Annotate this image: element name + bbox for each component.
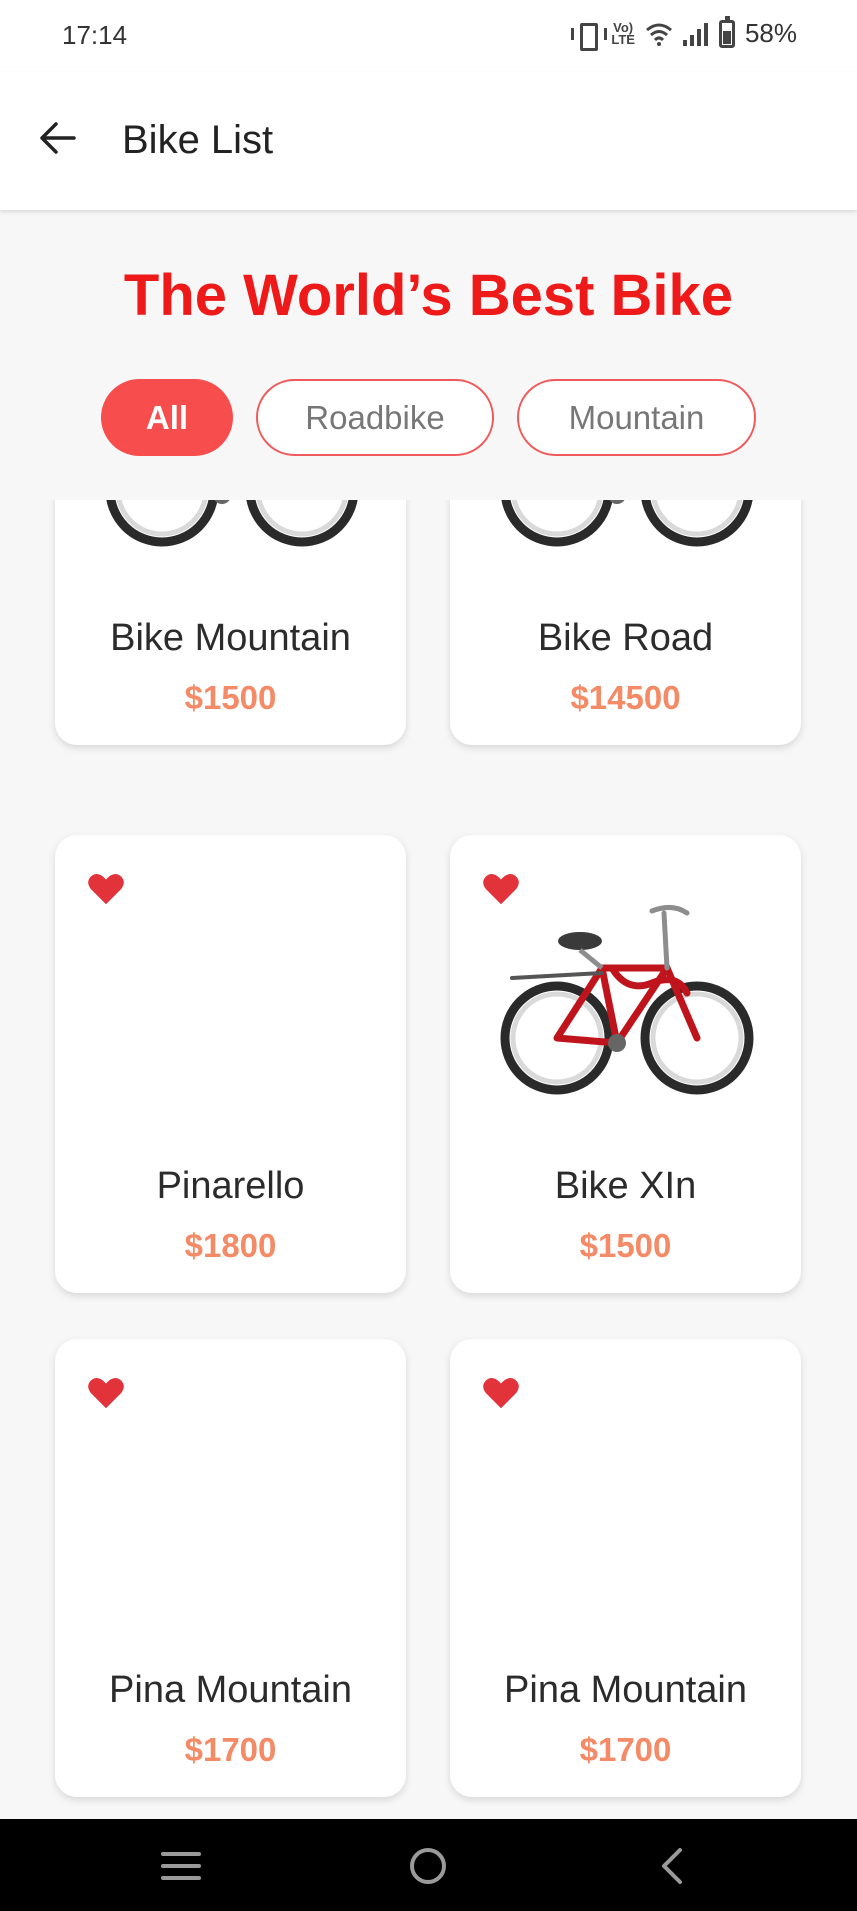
app-bar: Bike List: [0, 72, 857, 210]
product-price: $14500: [570, 679, 681, 716]
bike-image: [501, 500, 753, 547]
product-name: Pina Mountain: [504, 1669, 747, 1711]
product-card[interactable]: Bike Mountain $1500: [55, 500, 406, 745]
home-circle-icon: [410, 1848, 446, 1884]
product-card[interactable]: Pinarello $1800: [55, 835, 406, 1293]
chip-all[interactable]: All: [101, 379, 233, 456]
bike-image: [500, 905, 754, 1095]
heart-icon[interactable]: [482, 1375, 520, 1411]
heart-icon[interactable]: [87, 1375, 125, 1411]
product-name: Pinarello: [156, 1165, 305, 1207]
heart-icon[interactable]: [87, 871, 125, 907]
page-title: Bike List: [122, 118, 274, 162]
chip-roadbike[interactable]: Roadbike: [256, 379, 494, 456]
product-name: Bike Road: [537, 617, 714, 659]
chip-mountain[interactable]: Mountain: [517, 379, 756, 456]
system-nav-bar: [0, 1819, 857, 1911]
wifi-icon: [645, 23, 672, 46]
recent-apps-button[interactable]: [151, 1841, 211, 1891]
battery-percent: 58%: [744, 18, 797, 48]
product-price: $1700: [579, 1731, 672, 1768]
status-bar: 17:14 Vo) LTE 58%: [0, 0, 857, 72]
status-icons: Vo) LTE 58%: [571, 15, 797, 51]
product-name: Bike XIn: [554, 1165, 697, 1207]
product-price: $1500: [579, 1227, 672, 1264]
back-button[interactable]: [28, 108, 88, 168]
product-price: $1800: [184, 1227, 277, 1264]
signal-icon: [682, 22, 709, 46]
product-price: $1700: [184, 1731, 277, 1768]
filter-chips: All Roadbike Mountain: [101, 379, 756, 456]
product-grid[interactable]: Bike Mountain $1500 Bike Road $14500 Pin…: [0, 500, 857, 1819]
menu-icon: [161, 1852, 201, 1880]
system-back-button[interactable]: [643, 1841, 703, 1891]
volte-icon: Vo) LTE: [611, 19, 635, 47]
product-card[interactable]: Pina Mountain $1700: [450, 1339, 801, 1797]
home-button[interactable]: [398, 1841, 458, 1891]
product-name: Bike Mountain: [110, 617, 351, 659]
product-name: Pina Mountain: [109, 1669, 352, 1711]
arrow-left-icon: [40, 122, 76, 154]
product-price: $1500: [184, 679, 277, 716]
vibrate-icon: [571, 21, 608, 51]
bike-image: [106, 500, 358, 547]
product-card[interactable]: Bike XIn $1500: [450, 835, 801, 1293]
chevron-left-icon: [662, 1848, 682, 1884]
hero-title: The World’s Best Bike: [123, 263, 734, 328]
battery-icon: [718, 15, 735, 48]
product-card[interactable]: Pina Mountain $1700: [55, 1339, 406, 1797]
product-card[interactable]: Bike Road $14500: [450, 500, 801, 745]
status-time: 17:14: [62, 20, 128, 50]
